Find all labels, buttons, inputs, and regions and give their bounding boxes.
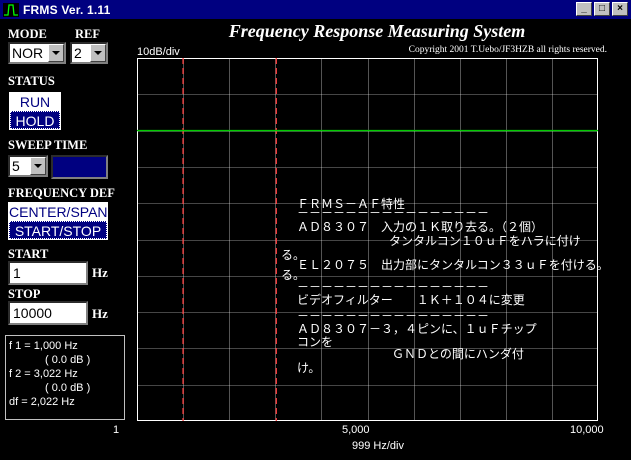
app-icon[interactable] (3, 2, 19, 17)
sweep-time-select[interactable]: 5 (8, 155, 48, 177)
status-options: RUN HOLD (9, 92, 61, 130)
x-tick-label: 1 (113, 424, 120, 436)
center-span-option[interactable]: CENTER/SPAN (9, 203, 108, 221)
sweep-time-label: SWEEP TIME (8, 138, 88, 152)
stop-unit: Hz (92, 306, 108, 321)
page-title: Frequency Response Measuring System (228, 21, 526, 41)
start-stop-option[interactable]: START/STOP (9, 221, 107, 239)
status-run-option[interactable]: RUN (10, 93, 60, 111)
start-label: START (8, 247, 49, 261)
sweep-time-value: 5 (12, 158, 20, 174)
ref-value: 2 (74, 45, 82, 61)
f1-readout: f 1 = 1,000 Hz (9, 340, 78, 352)
note-line: け。 (297, 361, 321, 375)
f2-db-readout: ( 0.0 dB ) (45, 382, 91, 394)
mode-select[interactable]: NOR (8, 42, 66, 64)
marker-info-panel: f 1 = 1,000 Hz ( 0.0 dB ) f 2 = 3,022 Hz… (5, 335, 125, 420)
note-line: ＧＮＤとの間にハンダ付 (392, 347, 524, 361)
f1-db-readout: ( 0.0 dB ) (45, 354, 91, 366)
ref-select[interactable]: 2 (70, 42, 108, 64)
note-line: ＡＤ８３０７－３，４ピンに、１ｕＦチップ (297, 322, 537, 336)
frequency-def-label: FREQUENCY DEF (8, 186, 115, 200)
start-input[interactable]: 1 (8, 261, 88, 285)
stop-label: STOP (8, 287, 41, 301)
chevron-down-icon[interactable] (90, 44, 106, 62)
title-bar[interactable]: FRMS Ver. 1.11 _ □ × (0, 0, 631, 19)
x-axis-label: 999 Hz/div (352, 440, 404, 452)
x-tick-label: 5,000 (342, 424, 370, 436)
status-label: STATUS (8, 74, 55, 88)
x-tick-label: 10,000 (570, 424, 604, 436)
note-line: ＡＤ８３０７ 入力の１Ｋ取り去る。（２個） (297, 220, 544, 234)
note-separator: －－－－－－－－－－－－－－－－ (297, 309, 490, 323)
status-hold-option[interactable]: HOLD (10, 111, 60, 129)
copyright-text: Copyright 2001 T.Uebo/JF3HZB all rights … (408, 45, 607, 55)
maximize-button[interactable]: □ (594, 2, 610, 16)
frequency-def-options: CENTER/SPAN START/STOP (8, 202, 108, 240)
close-button[interactable]: × (612, 2, 628, 16)
note-line: タンタルコン１０ｕＦをハラに付け (389, 234, 581, 248)
chevron-down-icon[interactable] (48, 44, 64, 62)
minimize-button[interactable]: _ (576, 2, 592, 16)
note-separator: －－－－－－－－－－－－－－－－ (297, 206, 490, 220)
ref-label: REF (75, 27, 100, 41)
mode-label: MODE (8, 27, 47, 41)
f2-readout: f 2 = 3,022 Hz (9, 368, 78, 380)
chevron-down-icon[interactable] (30, 157, 46, 175)
stop-input[interactable]: 10000 (8, 301, 88, 325)
note-line: ビデオフィルター １Ｋ＋１０４に変更 (297, 293, 525, 307)
note-separator: －－－－－－－－－－－－－－－－ (297, 280, 490, 294)
mode-value: NOR (12, 45, 44, 61)
y-scale-label: 10dB/div (137, 46, 180, 58)
sweep-indicator (51, 155, 108, 179)
note-line: コンを (297, 335, 334, 349)
note-line: ＥＬ２０７５ 出力部にタンタルコン３３ｕＦを付ける。 (297, 258, 609, 272)
window-title: FRMS Ver. 1.11 (23, 2, 111, 17)
start-unit: Hz (92, 265, 108, 280)
df-readout: df = 2,022 Hz (9, 396, 75, 408)
